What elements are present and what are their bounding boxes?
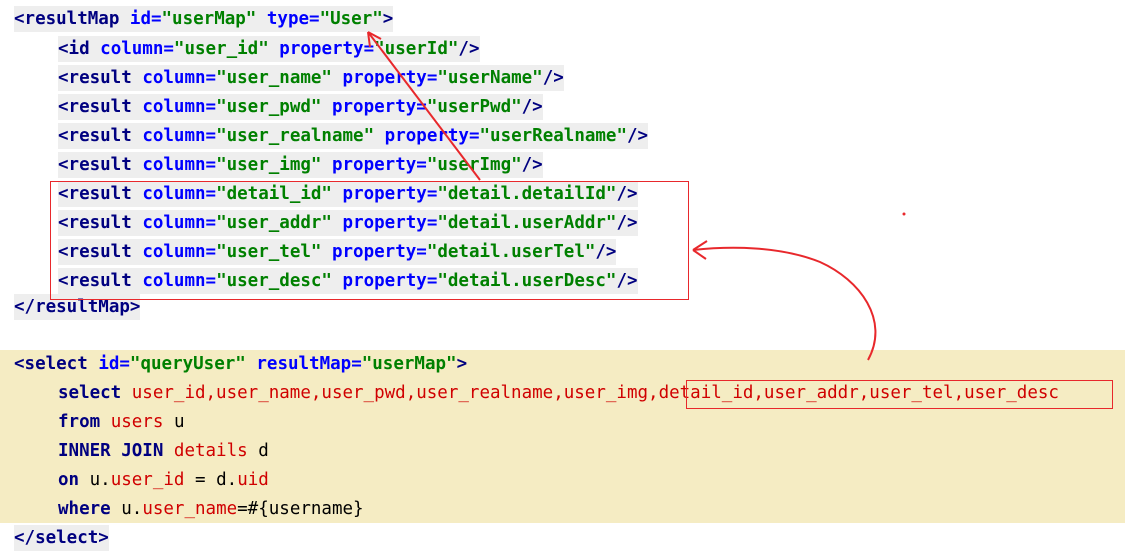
red-dot-mark [902, 212, 906, 216]
annotation-arrows [367, 31, 906, 361]
arrow-to-detail-mapping [692, 246, 877, 361]
arrow-to-user-type [367, 31, 481, 181]
